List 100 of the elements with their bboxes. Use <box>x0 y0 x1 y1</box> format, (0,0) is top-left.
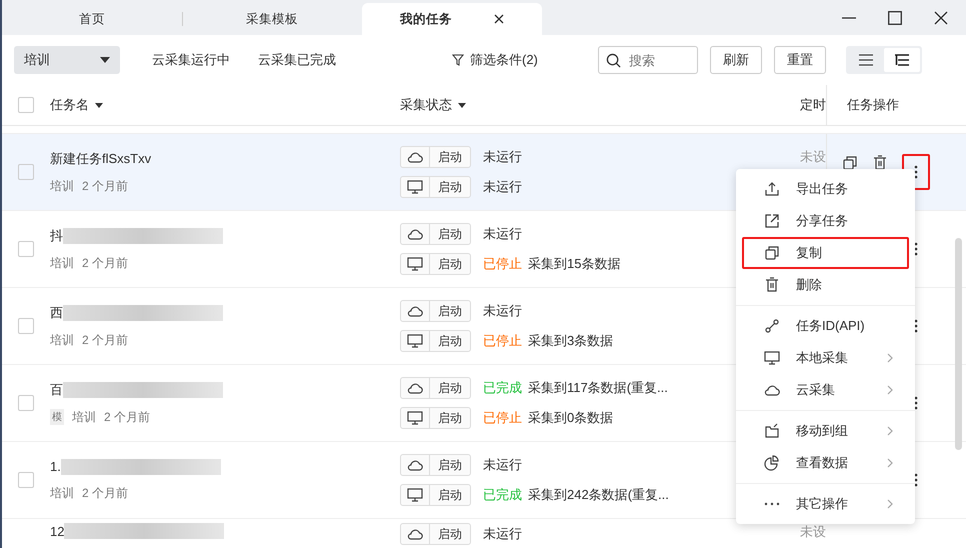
scrollbar[interactable] <box>955 238 962 450</box>
cloud-icon <box>407 228 423 240</box>
run-detail: 采集到117条数据(重复... <box>528 379 668 397</box>
run-status: 未运行 <box>483 456 522 474</box>
run-status: 已完成 <box>483 486 522 504</box>
upload-icon <box>764 181 780 197</box>
close-icon[interactable] <box>934 10 948 24</box>
task-time: 2 个月前 <box>82 254 128 272</box>
view-mode-button[interactable] <box>884 48 920 72</box>
sort-caret-icon[interactable] <box>95 102 103 108</box>
row-checkbox[interactable] <box>18 395 34 411</box>
task-name[interactable]: 1. <box>50 459 61 474</box>
filter-link[interactable]: 云采集已完成 <box>258 51 336 69</box>
start-button[interactable]: 启动 <box>400 484 471 506</box>
start-button[interactable]: 启动 <box>400 146 471 168</box>
task-time: 2 个月前 <box>82 484 128 502</box>
monitor-icon <box>407 257 423 271</box>
link-icon <box>764 318 780 334</box>
start-button[interactable]: 启动 <box>400 454 471 476</box>
run-status: 未运行 <box>483 148 522 166</box>
task-time: 2 个月前 <box>82 332 128 348</box>
trash-icon <box>872 155 888 171</box>
menu-item[interactable]: 移动到组 <box>742 415 909 447</box>
tab-label: 首页 <box>79 10 105 28</box>
toolbar-button[interactable]: 刷新 <box>710 46 762 74</box>
monitor-icon <box>407 411 423 425</box>
kebab-icon <box>914 165 918 179</box>
column-header: 定时 <box>800 96 826 114</box>
task-name[interactable]: 西 <box>50 304 63 322</box>
task-name[interactable]: 12 <box>50 524 64 538</box>
run-detail: 采集到3条数据 <box>528 332 614 350</box>
row-checkbox[interactable] <box>18 164 34 180</box>
more-icon <box>764 502 780 506</box>
run-detail: 采集到242条数据(重复... <box>528 486 669 504</box>
kebab-icon <box>914 319 918 333</box>
run-status: 未运行 <box>483 178 522 196</box>
start-button[interactable]: 启动 <box>400 330 471 352</box>
start-button[interactable]: 启动 <box>400 176 471 198</box>
cloud-icon <box>407 528 423 540</box>
monitor-icon <box>407 180 423 194</box>
column-header[interactable]: 采集状态 <box>400 96 452 114</box>
group-dropdown[interactable]: 培训 <box>14 46 120 74</box>
schedule-text: 未设 <box>800 523 826 541</box>
task-group: 培训 <box>72 408 96 426</box>
kebab-icon <box>914 473 918 487</box>
start-button[interactable]: 启动 <box>400 253 471 275</box>
kebab-icon <box>914 396 918 410</box>
copy-icon <box>764 245 780 261</box>
list-icon <box>858 54 873 66</box>
share-icon <box>764 213 780 229</box>
menu-item[interactable]: 其它操作 <box>742 488 909 520</box>
task-name[interactable]: 新建任务flSxsTxv <box>50 150 152 168</box>
start-button[interactable]: 启动 <box>400 407 471 429</box>
select-all-checkbox[interactable] <box>18 97 34 113</box>
task-name[interactable]: 抖 <box>50 226 63 244</box>
row-checkbox[interactable] <box>18 472 34 488</box>
menu-item[interactable]: 导出任务 <box>742 173 909 205</box>
task-name[interactable]: 百 <box>50 380 63 398</box>
tab[interactable]: 我的任务 <box>362 3 542 35</box>
menu-item[interactable]: 云采集 <box>742 374 909 406</box>
filter-link[interactable]: 云采集运行中 <box>152 51 230 69</box>
trash-icon <box>764 277 780 293</box>
sort-caret-icon[interactable] <box>458 102 466 108</box>
task-group: 培训 <box>50 332 74 348</box>
tree-list-icon <box>894 54 909 66</box>
filter-conditions-button[interactable]: 筛选条件(2) <box>452 51 538 69</box>
run-detail: 采集到0条数据 <box>528 409 614 427</box>
run-status: 已停止 <box>483 255 522 273</box>
maximize-icon[interactable] <box>888 10 902 24</box>
row-checkbox[interactable] <box>18 241 34 257</box>
schedule-text: 未设 <box>800 148 826 166</box>
search-field[interactable]: 搜索 <box>598 46 698 74</box>
folder-icon <box>764 423 780 439</box>
cloud-icon <box>407 151 423 163</box>
caret-icon <box>100 57 110 63</box>
cloud-icon <box>407 305 423 317</box>
menu-item[interactable]: 任务ID(API) <box>742 310 909 342</box>
menu-item[interactable]: 删除 <box>742 269 909 301</box>
menu-item[interactable]: 复制 <box>742 237 909 269</box>
tab[interactable]: 采集模板 <box>182 3 362 35</box>
task-group: 培训 <box>50 254 74 272</box>
run-status: 已停止 <box>483 332 522 350</box>
start-button[interactable]: 启动 <box>400 223 471 245</box>
column-header[interactable]: 任务名 <box>50 96 89 114</box>
toolbar-button[interactable]: 重置 <box>774 46 826 74</box>
minimize-icon[interactable] <box>842 16 856 18</box>
start-button[interactable]: 启动 <box>400 377 471 399</box>
close-icon[interactable] <box>494 14 504 24</box>
tab[interactable]: 首页 <box>2 3 182 35</box>
cloud-icon <box>407 459 423 471</box>
task-time: 2 个月前 <box>82 178 128 194</box>
start-button[interactable]: 启动 <box>400 300 471 322</box>
run-detail: 采集到15条数据 <box>528 255 620 273</box>
monitor-icon <box>407 488 423 502</box>
menu-item[interactable]: 本地采集 <box>742 342 909 374</box>
run-status: 已完成 <box>483 379 522 397</box>
row-checkbox[interactable] <box>18 318 34 334</box>
start-button[interactable]: 启动 <box>400 523 471 545</box>
kebab-icon <box>914 242 918 256</box>
menu-item[interactable]: 查看数据 <box>742 447 909 479</box>
